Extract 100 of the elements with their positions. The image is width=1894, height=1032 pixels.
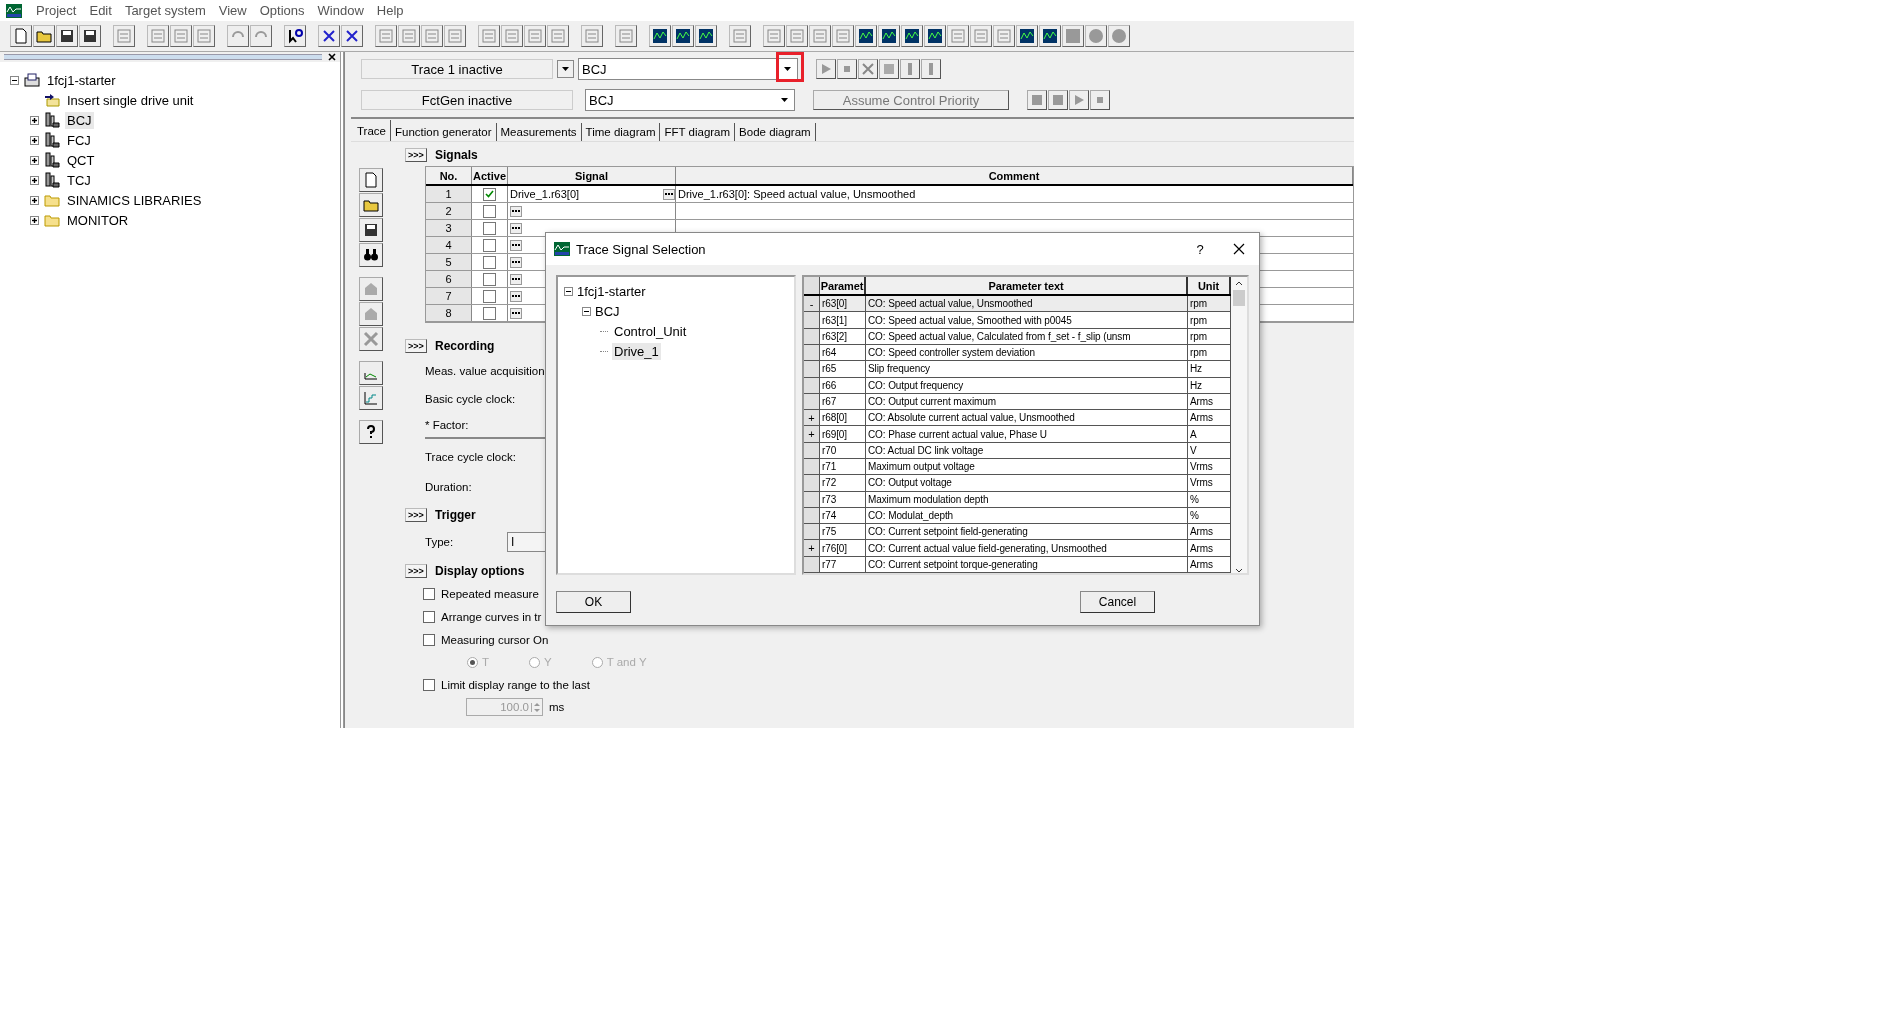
tree-item[interactable]: Insert single drive unit xyxy=(65,91,196,109)
tree-item[interactable]: Control_Unit xyxy=(612,322,689,340)
checkbox[interactable] xyxy=(483,204,496,218)
table-row[interactable]: r63[1] CO: Speed actual value, Smoothed with p0045 rpm xyxy=(804,312,1231,329)
device-dropdown[interactable]: BCJ xyxy=(585,89,795,111)
scrollbar[interactable] xyxy=(1231,277,1247,573)
row-expander[interactable]: - xyxy=(804,296,820,312)
play-icon[interactable] xyxy=(1069,90,1089,110)
help-icon[interactable] xyxy=(284,25,306,47)
chart-icon[interactable] xyxy=(878,25,900,47)
tree-item[interactable]: 1fcj1-starter xyxy=(577,283,646,299)
square-icon[interactable] xyxy=(1048,90,1068,110)
undo-icon[interactable] xyxy=(227,25,249,47)
table-row[interactable]: r64 CO: Speed controller system deviation rpm xyxy=(804,345,1231,362)
device-dropdown[interactable]: BCJ xyxy=(578,58,798,80)
table-row[interactable]: r72 CO: Output voltage Vrms xyxy=(804,475,1231,492)
square-icon[interactable] xyxy=(1027,90,1047,110)
redo-icon[interactable] xyxy=(250,25,272,47)
document-icon[interactable] xyxy=(359,168,383,192)
chart-icon[interactable] xyxy=(649,25,671,47)
scroll-thumb[interactable] xyxy=(1233,290,1245,306)
close-icon[interactable] xyxy=(328,53,336,61)
expand-icon[interactable] xyxy=(30,155,39,165)
step-chart-icon[interactable] xyxy=(359,386,383,410)
checkbox[interactable] xyxy=(483,221,496,235)
checkbox[interactable] xyxy=(483,238,496,252)
row-expander[interactable]: + xyxy=(804,426,820,442)
folder-icon[interactable] xyxy=(33,25,55,47)
checkbox[interactable] xyxy=(483,187,496,201)
table-row[interactable]: r70 CO: Actual DC link voltage V xyxy=(804,442,1231,459)
checkbox[interactable] xyxy=(423,610,435,623)
chart-icon[interactable] xyxy=(924,25,946,47)
checkbox[interactable] xyxy=(423,587,435,600)
chart-icon[interactable] xyxy=(1039,25,1061,47)
table-row[interactable]: r77 CO: Current setpoint torque-generating Arms xyxy=(804,556,1231,573)
tree-item[interactable]: BCJ xyxy=(595,303,620,319)
browse-button[interactable] xyxy=(510,273,522,285)
chart-icon[interactable] xyxy=(855,25,877,47)
collapse-icon[interactable] xyxy=(582,306,591,316)
caret-up-icon[interactable] xyxy=(1235,281,1243,286)
expand-icon[interactable] xyxy=(30,215,39,225)
play-icon[interactable] xyxy=(816,59,836,79)
caret-down-icon[interactable] xyxy=(1235,568,1243,573)
chart-icon[interactable] xyxy=(672,25,694,47)
help-icon[interactable] xyxy=(359,420,383,444)
browse-button[interactable] xyxy=(510,290,522,302)
close-icon[interactable] xyxy=(1233,243,1245,255)
row-expander[interactable]: + xyxy=(804,540,820,556)
folder-icon[interactable] xyxy=(359,193,383,217)
expand-toggle-button[interactable]: >>> xyxy=(405,148,427,162)
table-row[interactable]: r73 Maximum modulation depth % xyxy=(804,491,1231,508)
expand-icon[interactable] xyxy=(30,195,39,205)
cancel-button[interactable]: Cancel xyxy=(1080,591,1155,613)
checkbox[interactable] xyxy=(423,678,435,691)
chart-icon[interactable] xyxy=(901,25,923,47)
browse-button[interactable] xyxy=(663,188,675,200)
table-row[interactable]: r75 CO: Current setpoint field-generating Arms xyxy=(804,524,1231,541)
menu-item[interactable]: Edit xyxy=(85,3,121,18)
expand-icon[interactable] xyxy=(30,115,39,125)
tree-item[interactable]: SINAMICS LIBRARIES xyxy=(65,191,204,209)
browse-button[interactable] xyxy=(510,256,522,268)
expand-toggle-button[interactable]: >>> xyxy=(405,564,427,578)
menu-item[interactable]: View xyxy=(214,3,256,18)
table-row[interactable]: r65 Slip frequency Hz xyxy=(804,361,1231,378)
ok-button[interactable]: OK xyxy=(556,591,631,613)
tree-item[interactable]: QCT xyxy=(65,151,97,169)
expand-icon[interactable] xyxy=(30,175,39,185)
table-row[interactable]: r67 CO: Output current maximum Arms xyxy=(804,393,1231,411)
stop-icon[interactable] xyxy=(1090,90,1110,110)
table-row[interactable]: r63[2] CO: Speed actual value, Calculated from f_set - f_slip (unsm rpm xyxy=(804,328,1231,346)
table-row[interactable]: - r63[0] CO: Speed actual value, Unsmoothed rpm xyxy=(804,296,1231,313)
tree-item[interactable]: BCJ xyxy=(65,111,94,129)
table-row[interactable]: + r76[0] CO: Current actual value field-generating, Unsmoothed Arms xyxy=(804,540,1231,557)
browse-button[interactable] xyxy=(510,307,522,319)
checkbox[interactable] xyxy=(483,255,496,269)
cross-icon[interactable] xyxy=(341,25,363,47)
row-expander[interactable]: + xyxy=(804,410,820,426)
chart-icon[interactable] xyxy=(1016,25,1038,47)
table-row[interactable]: r71 Maximum output voltage Vrms xyxy=(804,459,1231,476)
assume-control-priority-button[interactable]: Assume Control Priority xyxy=(813,90,1009,110)
binoculars-icon[interactable] xyxy=(359,243,383,267)
checkbox[interactable] xyxy=(423,633,435,646)
cross-icon[interactable] xyxy=(858,59,878,79)
tree-item[interactable]: MONITOR xyxy=(65,211,131,229)
stop-icon[interactable] xyxy=(837,59,857,79)
menu-item[interactable]: Project xyxy=(32,3,86,18)
collapse-icon[interactable] xyxy=(10,75,19,85)
browse-button[interactable] xyxy=(510,205,522,217)
browse-button[interactable] xyxy=(510,239,522,251)
expand-icon[interactable] xyxy=(30,135,39,145)
square-icon[interactable] xyxy=(1062,25,1084,47)
formula-chart-icon[interactable] xyxy=(359,361,383,385)
menu-item[interactable]: Target system xyxy=(120,3,215,18)
menu-item[interactable]: Options xyxy=(255,3,314,18)
expand-toggle-button[interactable]: >>> xyxy=(405,508,427,522)
table-row[interactable]: + r68[0] CO: Absolute current actual value, Unsmoothed Arms xyxy=(804,410,1231,427)
expand-toggle-button[interactable]: >>> xyxy=(405,339,427,353)
tree-item[interactable]: FCJ xyxy=(65,131,93,149)
menu-item[interactable]: Help xyxy=(372,3,413,18)
tree-item[interactable]: 1fcj1-starter xyxy=(45,71,118,89)
